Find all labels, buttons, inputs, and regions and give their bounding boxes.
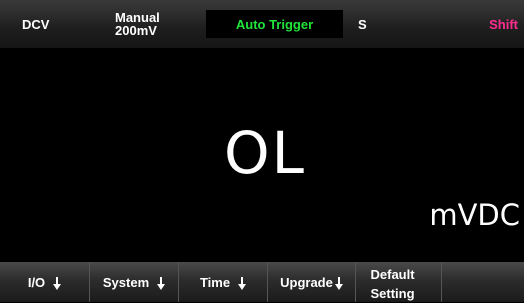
primary-reading: OL (224, 119, 306, 187)
softkey-label: I/O (27, 274, 46, 290)
arrow-down-icon (53, 277, 62, 293)
measurement-mode: DCV (22, 16, 50, 32)
softkey-label: Default Setting (370, 267, 415, 301)
arrow-down-icon (157, 277, 166, 293)
arrow-down-icon (238, 277, 247, 293)
softkey-label: Time (199, 274, 231, 290)
shift-indicator: Shift (489, 16, 518, 32)
arrow-down-icon (334, 277, 343, 293)
sample-speed: S (358, 16, 367, 32)
status-bar: DCV Manual 200mV Auto Trigger S Shift (0, 0, 524, 48)
softkey-bar: I/O System Time Upgrade Default Setting (0, 262, 524, 302)
softkey-io[interactable]: I/O (0, 262, 89, 302)
main-display: OL mVDC (0, 48, 524, 262)
softkey-upgrade[interactable]: Upgrade (267, 262, 355, 302)
range-indicator: Manual 200mV (115, 0, 160, 48)
softkey-default-setting[interactable]: Default Setting (355, 262, 441, 302)
softkey-blank[interactable] (441, 262, 524, 302)
softkey-label: Upgrade (280, 274, 333, 290)
trigger-status: Auto Trigger (206, 10, 343, 38)
range-value: 200mV (115, 23, 157, 38)
softkey-label: System (102, 274, 150, 290)
reading-unit: mVDC (429, 198, 520, 232)
softkey-time[interactable]: Time (178, 262, 267, 302)
softkey-system[interactable]: System (89, 262, 178, 302)
